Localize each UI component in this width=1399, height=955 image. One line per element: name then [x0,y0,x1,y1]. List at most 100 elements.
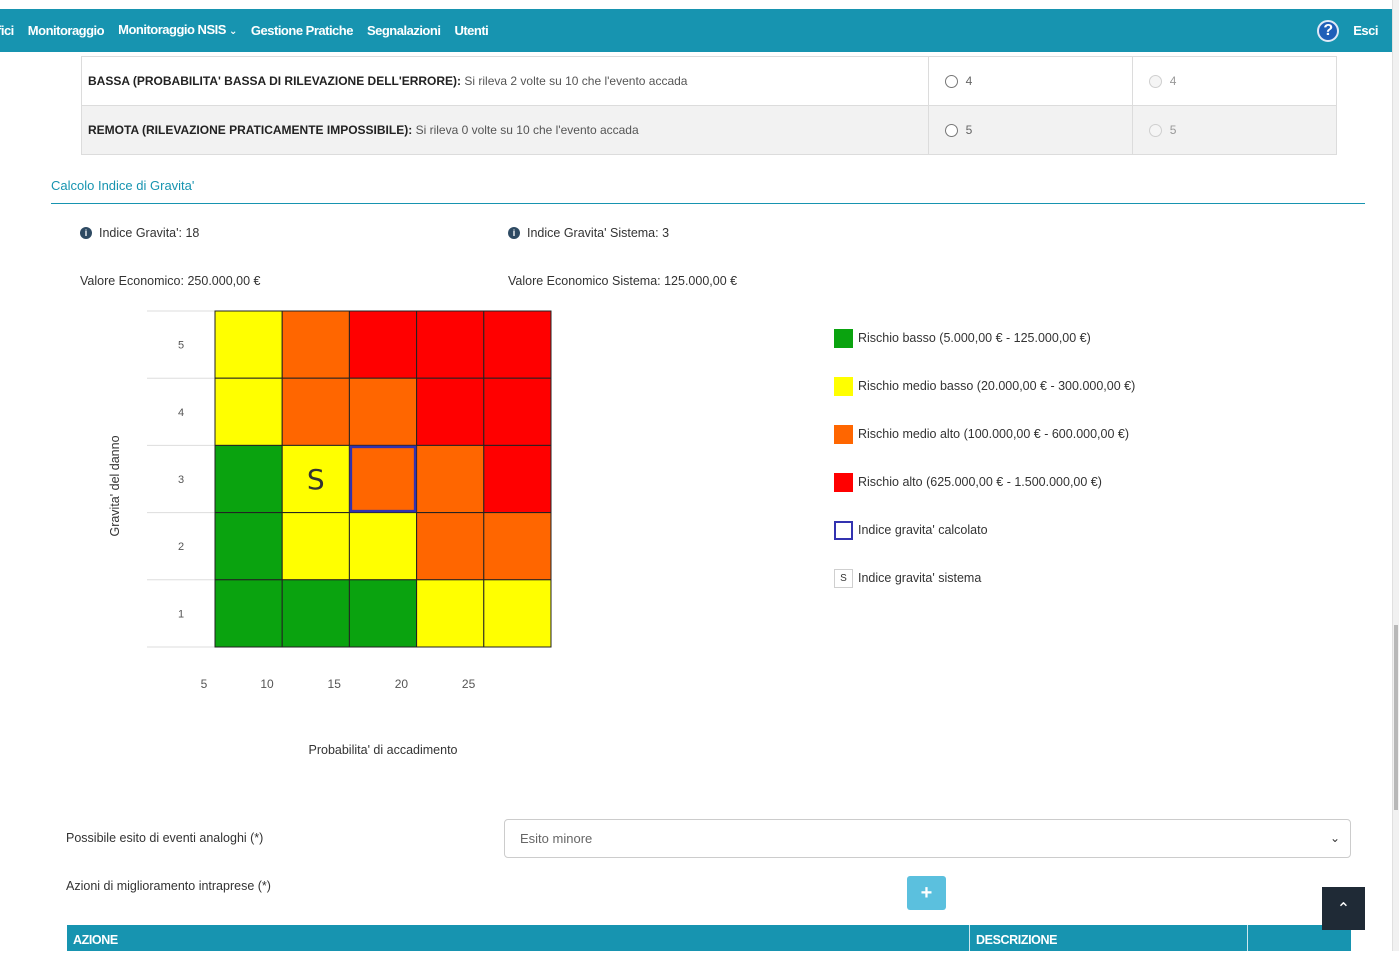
nav-item-label: Monitoraggio NSIS [118,22,226,37]
row-description: BASSA (PROBABILITA' BASSA DI RILEVAZIONE… [81,56,929,106]
legend-item: Rischio alto (625.000,00 € - 1.500.000,0… [834,458,1135,506]
nav-item-monitoraggio[interactable]: Monitoraggio [21,9,111,52]
legend-item: Rischio medio alto (100.000,00 € - 600.0… [834,410,1135,458]
nav-item-utenti[interactable]: Utenti [447,9,495,52]
y-axis-title: Gravita' del danno [108,435,122,536]
indice-gravita-sistema-info: i Indice Gravita' Sistema: 3 [508,226,669,240]
info-icon: i [80,227,92,239]
indice-gravita-info: i Indice Gravita': 18 [80,226,199,240]
chevron-down-icon: ⌄ [1329,831,1340,845]
indice-gravita-sistema-text: Indice Gravita' Sistema: 3 [527,226,670,240]
nav-item-segnalazioni[interactable]: Segnalazioni [360,9,447,52]
legend-swatch-outline [834,520,853,540]
matrix-cell [348,310,418,379]
scroll-to-top-button[interactable]: ⌃ [1322,887,1365,930]
matrix-cell [416,377,485,446]
nav-item-monitoraggio-nsis[interactable]: Monitoraggio NSIS ⌄ [111,8,244,53]
risk-legend: Rischio basso (5.000,00 € - 125.000,00 €… [834,314,1135,602]
matrix-cell [281,512,350,581]
matrix-cell [214,444,283,514]
matrix-cell [483,444,552,514]
system-option-cell: 5 [1131,105,1338,155]
matrix-cell [416,579,485,648]
matrix-cell [416,512,485,581]
main-nav: fici Monitoraggio Monitoraggio NSIS ⌄ Ge… [0,9,495,52]
top-navbar: fici Monitoraggio Monitoraggio NSIS ⌄ Ge… [0,9,1392,52]
rilevabilita-table: BASSA (PROBABILITA' BASSA DI RILEVAZIONE… [81,56,1338,155]
y-tick-label: 1 [178,608,184,620]
option-cell: 5 [927,105,1133,155]
page-scrollbar[interactable] [1392,0,1399,951]
exit-link[interactable]: Esci [1353,23,1378,38]
matrix-cell [214,377,283,446]
azioni-label: Azioni di miglioramento intraprese (*) [66,879,271,893]
legend-label: Indice gravita' calcolato [858,523,988,537]
radio-button-disabled [1148,124,1162,138]
radio-label: 5 [965,122,973,137]
matrix-cell [348,377,418,446]
matrix-cell [416,444,485,514]
matrix-cell [214,579,283,648]
esito-label: Possibile esito di eventi analoghi (*) [66,831,264,845]
scrollbar-thumb[interactable] [1394,625,1398,810]
row-label: BASSA (PROBABILITA' BASSA DI RILEVAZIONE… [88,74,462,88]
legend-item: Rischio medio basso (20.000,00 € - 300.0… [834,362,1135,410]
esito-select[interactable]: Esito minore ⌄ [504,819,1351,858]
x-tick-label: 10 [260,677,274,691]
row-text: Si rileva 2 volte su 10 che l'evento acc… [464,74,688,88]
help-icon[interactable]: ? [1317,19,1340,42]
plus-icon: + [920,881,933,904]
chevron-up-icon: ⌃ [1336,900,1351,918]
nav-item-gestione-pratiche[interactable]: Gestione Pratiche [244,9,360,52]
azioni-table-header: AZIONE DESCRIZIONE [67,925,1351,951]
matrix-cell [483,579,552,648]
option-cell: 4 [927,56,1133,106]
matrix-cell [483,512,552,581]
x-tick-label: 20 [395,677,409,691]
radio-label: 5 [1169,122,1177,137]
column-header-descrizione: DESCRIZIONE [970,925,1248,951]
table-row: BASSA (PROBABILITA' BASSA DI RILEVAZIONE… [81,56,1338,106]
x-axis-title: Probabilita' di accadimento [309,743,458,757]
navbar-right: ? Esci [1317,9,1392,52]
table-row: REMOTA (RILEVAZIONE PRATICAMENTE IMPOSSI… [81,105,1338,155]
x-tick-label: 25 [462,677,476,691]
legend-item: Indice gravita' calcolato [834,506,1135,554]
legend-label: Rischio medio basso (20.000,00 € - 300.0… [858,379,1136,393]
info-icon: i [508,227,520,239]
section-title: Calcolo Indice di Gravita' [51,178,195,193]
column-header-azione: AZIONE [67,925,970,951]
chevron-down-icon: ⌄ [229,26,237,37]
legend-label: Rischio medio alto (100.000,00 € - 600.0… [858,427,1130,441]
row-label: REMOTA (RILEVAZIONE PRATICAMENTE IMPOSSI… [88,123,413,137]
radio-button[interactable] [944,124,958,138]
y-tick-label: 2 [178,541,184,553]
matrix-cell [281,310,350,379]
radio-button[interactable] [944,75,958,89]
valore-economico: Valore Economico: 250.000,00 € [80,274,261,288]
system-index-marker: S [307,463,325,496]
y-tick-label: 4 [178,407,184,419]
section-divider [51,203,1365,204]
matrix-cell [348,444,418,514]
add-action-button[interactable]: + [907,876,946,910]
indice-gravita-text: Indice Gravita': 18 [99,226,200,240]
legend-label: Rischio alto (625.000,00 € - 1.500.000,0… [858,475,1102,489]
nav-item-grafici[interactable]: fici [0,9,21,52]
legend-swatch [834,424,853,444]
row-description: REMOTA (RILEVAZIONE PRATICAMENTE IMPOSSI… [81,105,929,155]
y-tick-label: 3 [178,474,184,486]
legend-swatch [834,376,853,396]
legend-swatch-system: S [834,568,853,588]
esito-selected-value: Esito minore [520,831,593,846]
matrix-cell [214,310,283,379]
matrix-cell [348,512,418,581]
valore-economico-sistema: Valore Economico Sistema: 125.000,00 € [508,274,738,288]
legend-swatch [834,472,853,492]
radio-button-disabled [1148,75,1162,89]
matrix-cell [483,310,552,379]
matrix-cell [483,377,552,446]
row-text: Si rileva 0 volte su 10 che l'evento acc… [415,123,639,137]
legend-item: Rischio basso (5.000,00 € - 125.000,00 €… [834,314,1135,362]
matrix-cell [281,579,350,648]
